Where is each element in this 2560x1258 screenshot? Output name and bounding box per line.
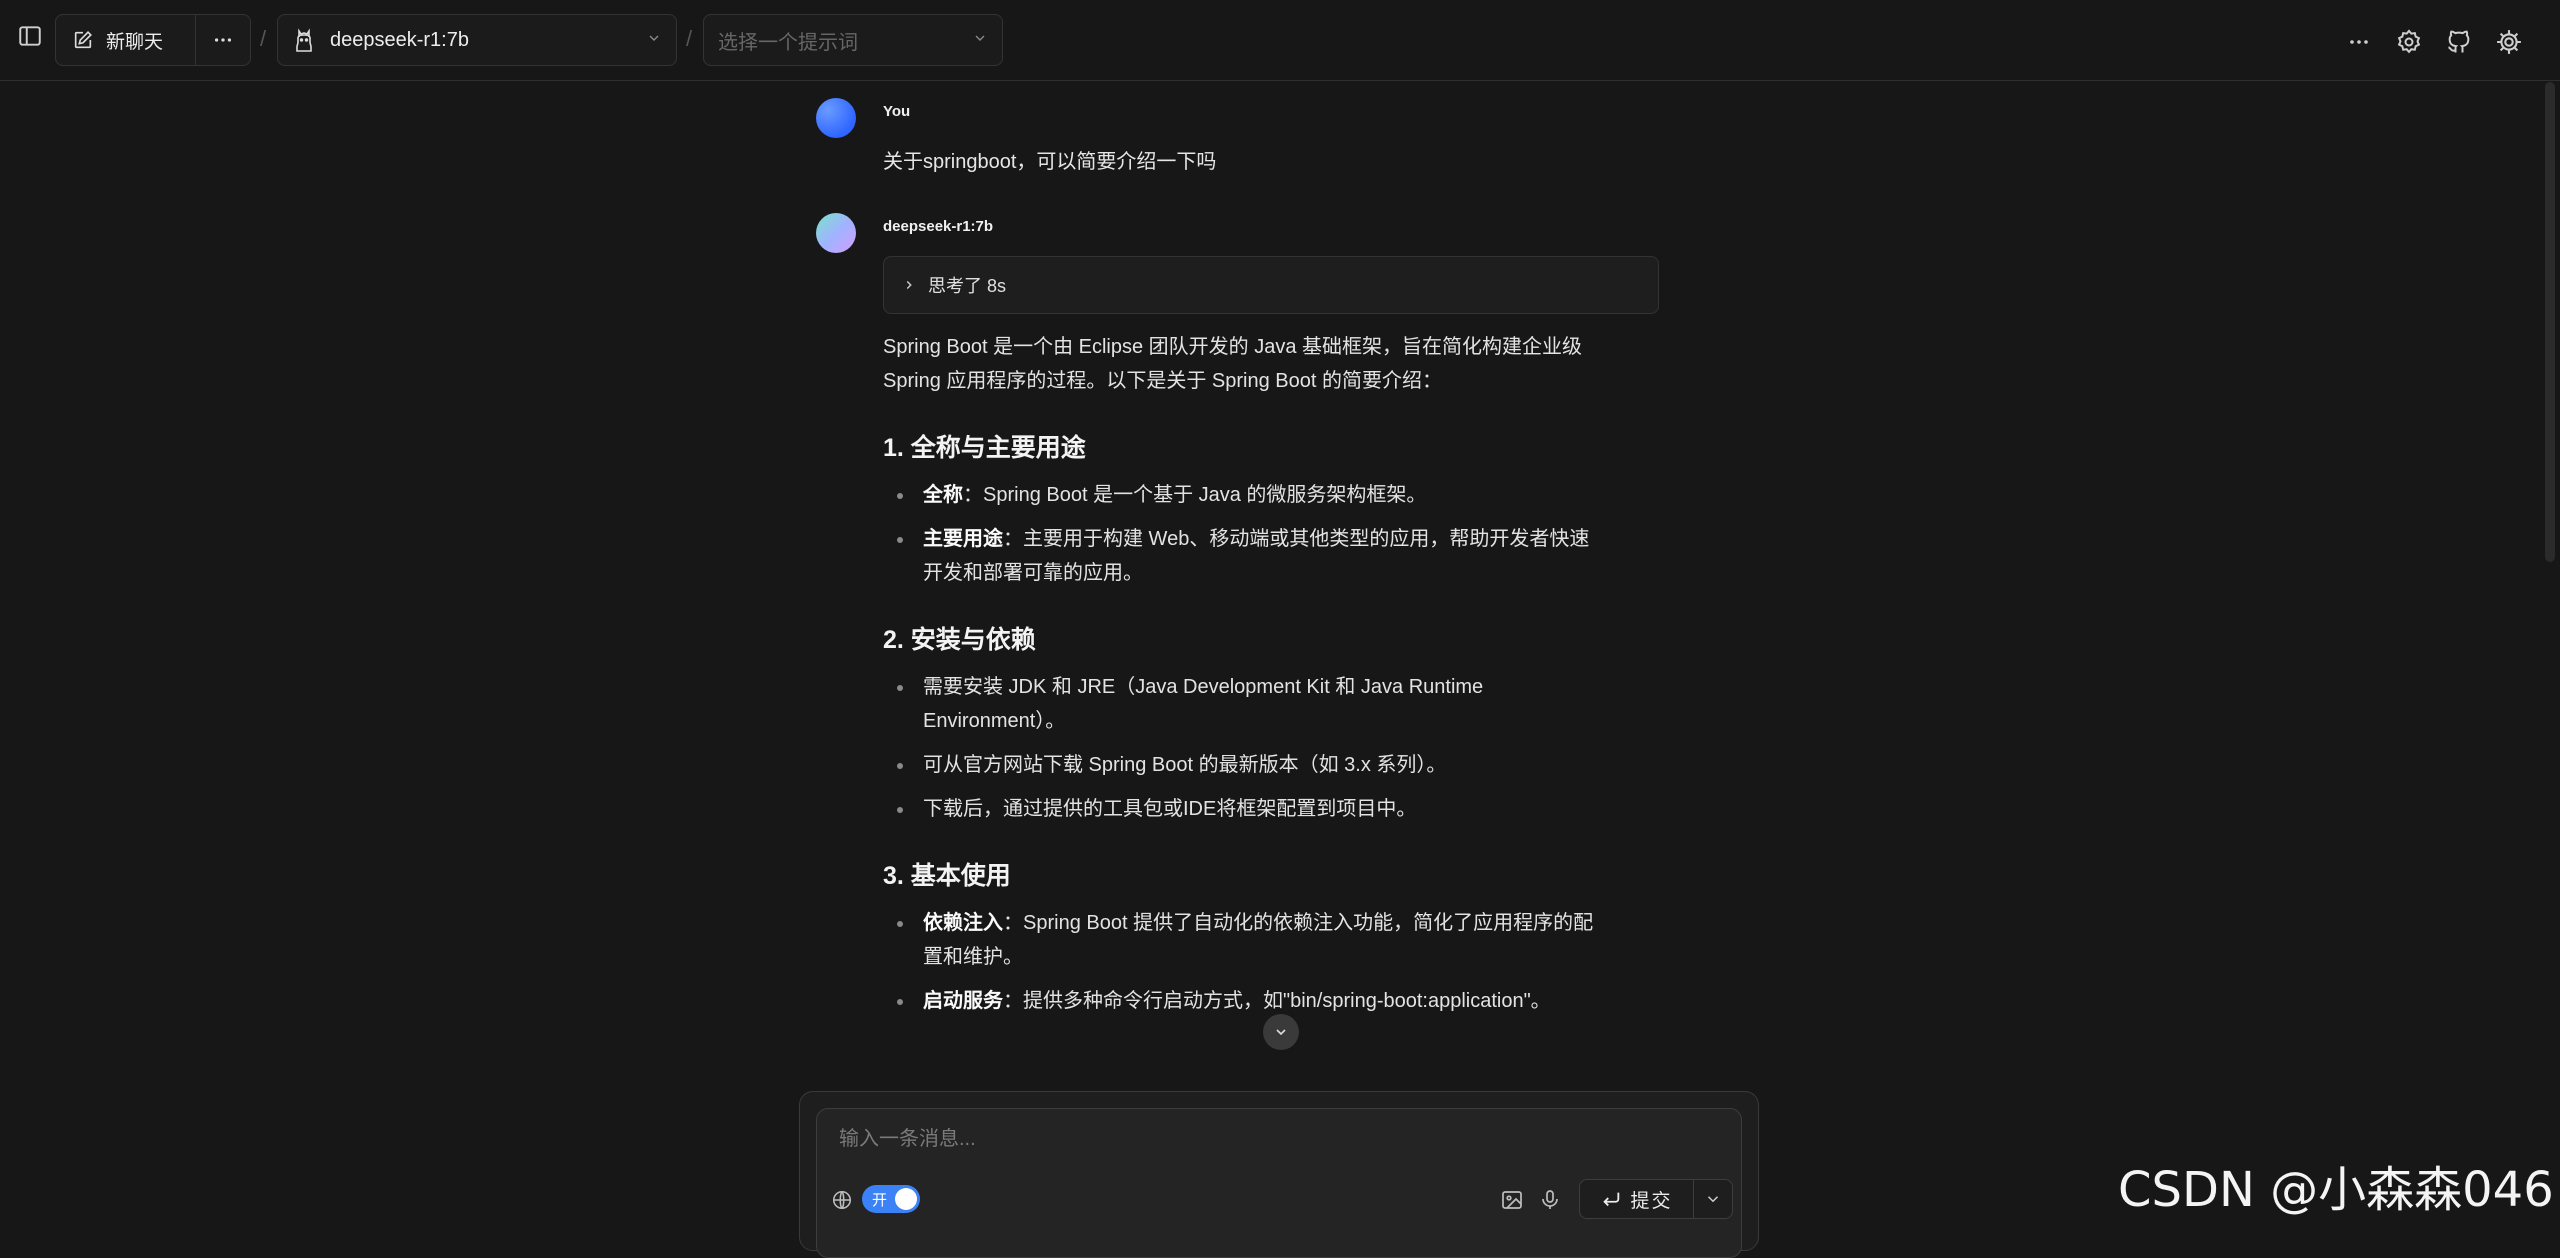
user-message-text: 关于springboot，可以简要介绍一下吗 xyxy=(883,151,1217,173)
breadcrumb-separator: / xyxy=(686,26,693,51)
list-item: 启动服务：提供多种命令行启动方式，如"bin/spring-boot:appli… xyxy=(883,984,1643,1018)
toggle-knob xyxy=(895,1188,917,1210)
submit-options-dropdown[interactable] xyxy=(1694,1180,1732,1218)
chevron-right-icon xyxy=(902,278,916,292)
more-menu-icon[interactable] xyxy=(2343,26,2375,58)
sidebar-toggle-icon[interactable] xyxy=(14,20,46,52)
list-item: 需要安装 JDK 和 JRE（Java Development Kit 和 Ja… xyxy=(883,670,1643,738)
list-item-text: 需要安装 JDK 和 JRE（Java Development Kit 和 Ja… xyxy=(923,676,1484,698)
assistant-response: Spring Boot 是一个由 Eclipse 团队开发的 Java 基础框架… xyxy=(883,330,1643,1018)
list-item-text: ：Spring Boot 提供了自动化的依赖注入功能，简化了应用程序的配 xyxy=(1003,912,1594,934)
section-list: 需要安装 JDK 和 JRE（Java Development Kit 和 Ja… xyxy=(883,670,1643,826)
prompt-selector[interactable]: 选择一个提示词 xyxy=(703,14,1003,66)
chevron-down-icon xyxy=(1704,1190,1722,1208)
model-name: deepseek-r1:7b xyxy=(330,28,469,51)
list-item: 全称：Spring Boot 是一个基于 Java 的微服务架构框架。 xyxy=(883,478,1643,512)
chevron-down-icon xyxy=(1273,1024,1289,1040)
more-horizontal-icon xyxy=(212,29,234,51)
list-item: 下载后，通过提供的工具包或IDE将框架配置到项目中。 xyxy=(883,792,1643,826)
new-chat-group: 新聊天 xyxy=(55,14,251,66)
list-item-text: 置和维护。 xyxy=(923,946,1023,968)
submit-button[interactable]: 提交 xyxy=(1580,1180,1694,1218)
list-item-text: 可从官方网站下载 Spring Boot 的最新版本（如 3.x 系列）。 xyxy=(923,754,1447,776)
settings-icon[interactable] xyxy=(2393,26,2425,58)
scroll-to-bottom-button[interactable] xyxy=(1263,1014,1299,1050)
list-item-term: 依赖注入 xyxy=(923,912,1003,934)
section-heading: 1. 全称与主要用途 xyxy=(883,434,1086,462)
message-composer: 开 提交 xyxy=(799,1091,1759,1258)
list-item-term: 全称 xyxy=(923,484,963,506)
list-item-text: 下载后，通过提供的工具包或IDE将框架配置到项目中。 xyxy=(923,798,1417,820)
thinking-toggle[interactable]: 思考了 8s xyxy=(883,256,1659,314)
github-icon[interactable] xyxy=(2443,26,2475,58)
section-heading: 3. 基本使用 xyxy=(883,862,1011,890)
gear-icon[interactable] xyxy=(2493,26,2525,58)
more-options-button[interactable] xyxy=(196,15,250,65)
list-item-term: 主要用途 xyxy=(923,528,1003,550)
list-item: 可从官方网站下载 Spring Boot 的最新版本（如 3.x 系列）。 xyxy=(883,748,1643,782)
thinking-duration: 思考了 8s xyxy=(928,276,1007,296)
list-item: 依赖注入：Spring Boot 提供了自动化的依赖注入功能，简化了应用程序的配… xyxy=(883,906,1643,974)
scrollbar[interactable] xyxy=(2545,82,2555,562)
enter-icon xyxy=(1600,1188,1622,1210)
list-item-text: Environment）。 xyxy=(923,710,1066,732)
watermark: CSDN @小森森046 xyxy=(2118,1162,2554,1218)
message-input[interactable] xyxy=(837,1127,1701,1152)
prompt-selector-placeholder: 选择一个提示词 xyxy=(718,31,858,54)
microphone-icon[interactable] xyxy=(1535,1185,1565,1215)
composer-box: 开 提交 xyxy=(816,1108,1742,1258)
assistant-sender-name: deepseek-r1:7b xyxy=(883,218,994,235)
globe-icon[interactable] xyxy=(829,1187,855,1213)
list-item-text: ：提供多种命令行启动方式，如"bin/spring-boot:applicati… xyxy=(1003,990,1551,1012)
assistant-avatar xyxy=(816,213,856,253)
user-sender-name: You xyxy=(883,103,911,120)
breadcrumb-separator: / xyxy=(260,26,267,51)
llama-model-icon xyxy=(292,27,316,53)
top-bar: 新聊天 / deepseek-r1:7b / 选择一个提示词 xyxy=(0,0,2560,81)
web-search-toggle[interactable]: 开 xyxy=(862,1185,920,1213)
section-heading: 2. 安装与依赖 xyxy=(883,626,1036,654)
chevron-down-icon xyxy=(646,30,662,51)
list-item-text: 开发和部署可靠的应用。 xyxy=(923,562,1143,584)
intro-line: Spring 应用程序的过程。以下是关于 Spring Boot 的简要介绍： xyxy=(883,370,1442,392)
list-item-term: 启动服务 xyxy=(923,990,1003,1012)
new-chat-label: 新聊天 xyxy=(106,31,164,53)
section-list: 全称：Spring Boot 是一个基于 Java 的微服务架构框架。 主要用途… xyxy=(883,478,1643,590)
image-upload-icon[interactable] xyxy=(1497,1185,1527,1215)
toggle-label: 开 xyxy=(872,1192,888,1209)
intro-line: Spring Boot 是一个由 Eclipse 团队开发的 Java 基础框架… xyxy=(883,336,1583,358)
edit-icon xyxy=(72,29,94,51)
user-avatar xyxy=(816,98,856,138)
new-chat-button[interactable]: 新聊天 xyxy=(56,15,196,65)
list-item-text: ：主要用于构建 Web、移动端或其他类型的应用，帮助开发者快速 xyxy=(1003,528,1590,550)
list-item: 主要用途：主要用于构建 Web、移动端或其他类型的应用，帮助开发者快速开发和部署… xyxy=(883,522,1643,590)
submit-button-group: 提交 xyxy=(1579,1179,1733,1219)
submit-label: 提交 xyxy=(1630,1190,1673,1212)
model-selector[interactable]: deepseek-r1:7b xyxy=(277,14,677,66)
list-item-text: ：Spring Boot 是一个基于 Java 的微服务架构框架。 xyxy=(963,484,1427,506)
section-list: 依赖注入：Spring Boot 提供了自动化的依赖注入功能，简化了应用程序的配… xyxy=(883,906,1643,1018)
chevron-down-icon xyxy=(972,30,988,51)
